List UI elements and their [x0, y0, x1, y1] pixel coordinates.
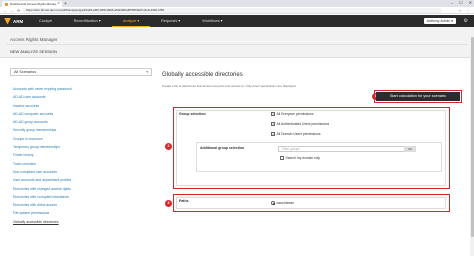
- option-authenticated-users[interactable]: ✓ All Authenticated Users permissions: [271, 122, 329, 126]
- maximize-button[interactable]: ☐: [459, 0, 463, 5]
- app-header: ARM Cockpit Recertification ▾ Analyze ▾ …: [0, 15, 474, 27]
- minimize-button[interactable]: –: [451, 0, 453, 5]
- step-badge: 2: [165, 143, 172, 150]
- checkbox-icon: [280, 156, 284, 160]
- nav-analyze[interactable]: Analyze ▾: [111, 15, 151, 27]
- start-calculation-button[interactable]: Start calculation for your scenario: [374, 90, 462, 103]
- scenario-item[interactable]: AD-AD user accounts: [10, 93, 152, 101]
- scenario-item[interactable]: Temporary group memberships: [10, 143, 152, 151]
- page-scrollbar[interactable]: [470, 27, 474, 256]
- back-icon[interactable]: ←: [3, 8, 7, 13]
- page-subtitle: NEW ANALYZE SESSION: [10, 49, 58, 54]
- url-field[interactable]: https://arm.lfmnet.demo.local/#/analysis…: [22, 8, 442, 13]
- filter-groups-input[interactable]: Filter groups: [278, 146, 406, 152]
- scenario-item[interactable]: Directories with changed access rights: [10, 185, 152, 193]
- nav-workflows[interactable]: Workflows ▾: [191, 15, 233, 27]
- reload-icon[interactable]: ⟳: [17, 8, 20, 13]
- user-menu[interactable]: Anthony Admin ▾: [423, 18, 456, 24]
- scenario-item[interactable]: Directories with corrupted inheritance: [10, 193, 152, 201]
- checkbox-checked-icon: ✓: [271, 122, 275, 127]
- scenario-item[interactable]: User accounts and department profiles: [10, 176, 152, 184]
- page-header: Access Rights Manager NEW ANALYZE SESSIO…: [0, 27, 474, 58]
- browser-menu-icon[interactable]: ⋮: [466, 8, 470, 13]
- tab-title: Dashboards Access Rights Manag...: [10, 2, 59, 6]
- scenario-item[interactable]: AD-AD group accounts: [10, 118, 152, 126]
- header-divider: [6, 44, 468, 45]
- scenario-item[interactable]: Non-compliant user accounts: [10, 168, 152, 176]
- scenario-list: Accounts with never expiring password AD…: [10, 85, 152, 226]
- option-domain-users[interactable]: ✓ All Domain Users permissions: [271, 132, 320, 136]
- option-label: Search my domain only: [285, 156, 320, 160]
- scenario-title: Globally accessible directories: [162, 72, 243, 78]
- scenario-item[interactable]: Security group memberships: [10, 126, 152, 134]
- paths-panel: [176, 197, 446, 209]
- search-my-domain-only[interactable]: Search my domain only: [280, 156, 320, 160]
- option-label: All Authenticated Users permissions: [276, 122, 330, 126]
- main-content: Globally accessible directories Create a…: [160, 68, 462, 256]
- scenario-item[interactable]: Groups in recursion: [10, 135, 152, 143]
- scenario-select-value: All Scenarios: [14, 70, 37, 74]
- path-value: www.libman: [276, 201, 295, 205]
- forward-icon[interactable]: →: [10, 8, 14, 13]
- radio-selected-icon: [271, 201, 275, 205]
- close-tab-icon[interactable]: ✕: [57, 1, 60, 5]
- bookmark-star-icon[interactable]: ☆: [458, 8, 462, 13]
- nav-requests[interactable]: Requests ▾: [150, 15, 191, 27]
- gear-icon[interactable]: ⚙: [464, 18, 468, 24]
- nav-cockpit[interactable]: Cockpit: [28, 15, 63, 27]
- tab-favicon-icon: [5, 2, 8, 6]
- additional-groups-label: Additional group selection: [200, 146, 245, 150]
- user-name: Anthony Admin ▾: [426, 19, 453, 23]
- scenario-sidebar: All Scenarios ▾ Accounts with never expi…: [10, 68, 152, 256]
- option-label: All Domain Users permissions: [276, 132, 321, 136]
- paths-label: Paths: [179, 199, 189, 203]
- scenario-item[interactable]: Directories with direct access: [10, 201, 152, 209]
- checkbox-checked-icon: ✓: [271, 132, 275, 137]
- group-selection-label: Group selection: [179, 112, 206, 116]
- scenario-item[interactable]: Accounts with never expiring password: [10, 85, 152, 93]
- scenario-description: Create a list of directories that almost…: [162, 84, 297, 88]
- app-logo[interactable]: ARM: [0, 15, 28, 27]
- scenario-item[interactable]: File system permissions: [10, 209, 152, 217]
- step-badge: 3: [165, 200, 172, 207]
- option-everyone[interactable]: ✓ All Everyone permissions: [271, 112, 314, 116]
- browser-tab-bar: Dashboards Access Rights Manag... ✕ + – …: [0, 0, 474, 7]
- scrollbar-thumb[interactable]: [470, 37, 474, 237]
- checkbox-checked-icon: ✓: [271, 112, 275, 117]
- close-window-button[interactable]: ✕: [469, 0, 472, 5]
- filter-ok-button[interactable]: OK: [404, 146, 416, 152]
- chevron-down-icon: ▾: [146, 70, 148, 74]
- scenario-select[interactable]: All Scenarios ▾: [10, 68, 152, 76]
- path-option[interactable]: www.libman: [271, 201, 294, 205]
- window-controls: – ☐ ✕: [451, 0, 472, 5]
- scenario-item[interactable]: Trash overview: [10, 160, 152, 168]
- logo-mark-icon: [4, 17, 11, 25]
- scenario-item[interactable]: AD-AD computer accounts: [10, 110, 152, 118]
- page-title: Access Rights Manager: [10, 37, 58, 42]
- address-bar: ← → ⟳ https://arm.lfmnet.demo.local/#/an…: [0, 7, 474, 14]
- scenario-item[interactable]: Folder history: [10, 151, 152, 159]
- nav-recertification[interactable]: Recertification ▾: [63, 15, 112, 27]
- scenario-item-active[interactable]: Globally accessible directories: [10, 218, 152, 226]
- scenario-item[interactable]: Inactive accounts: [10, 102, 152, 110]
- option-label: All Everyone permissions: [276, 112, 314, 116]
- main-nav: Cockpit Recertification ▾ Analyze ▾ Requ…: [28, 15, 234, 27]
- logo-text: ARM: [13, 18, 24, 24]
